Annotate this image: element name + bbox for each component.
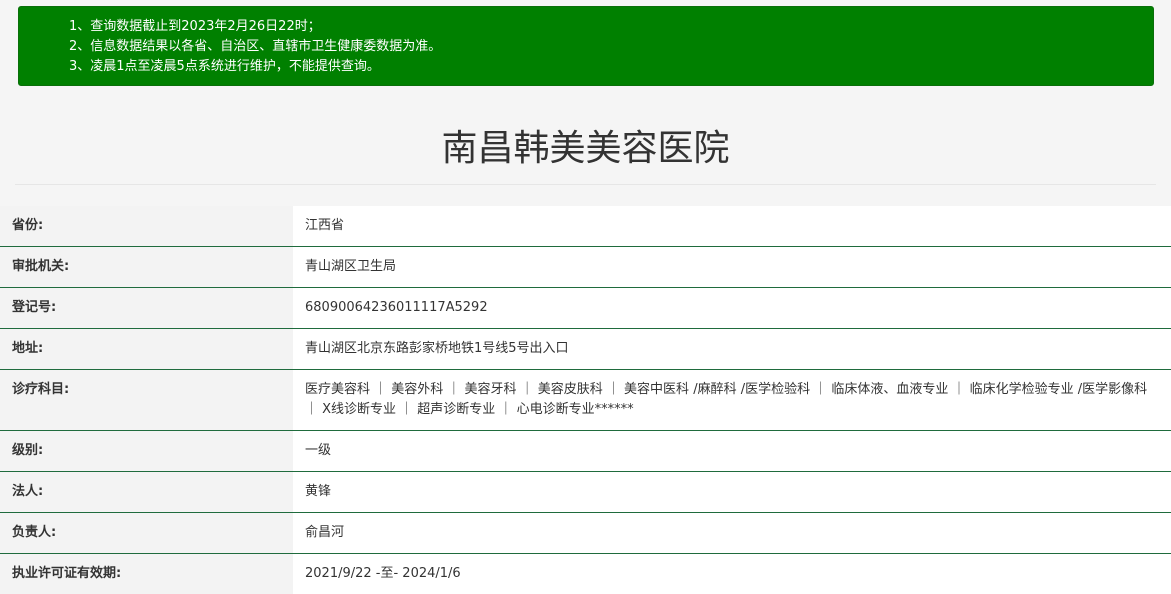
row-value: 68090064236011117A5292 [293, 287, 1171, 329]
row-label: 法人: [0, 471, 293, 513]
table-row: 诊疗科目: 医疗美容科 ｜ 美容外科 ｜ 美容牙科 ｜ 美容皮肤科 ｜ 美容中医… [0, 369, 1171, 431]
row-value: 俞昌河 [293, 512, 1171, 554]
row-value: 青山湖区卫生局 [293, 246, 1171, 288]
notice-banner: 1、查询数据截止到2023年2月26日22时； 2、信息数据结果以各省、自治区、… [18, 6, 1154, 86]
page-title: 南昌韩美美容医院 [441, 128, 730, 169]
table-row: 省份: 江西省 [0, 206, 1171, 247]
row-label: 负责人: [0, 512, 293, 554]
row-value: 一级 [293, 430, 1171, 472]
row-label: 省份: [0, 206, 293, 247]
table-row: 负责人: 俞昌河 [0, 512, 1171, 554]
notice-line: 3、凌晨1点至凌晨5点系统进行维护，不能提供查询。 [69, 59, 380, 74]
row-label: 级别: [0, 430, 293, 472]
row-label: 登记号: [0, 287, 293, 329]
table-row: 级别: 一级 [0, 430, 1171, 472]
row-label: 诊疗科目: [0, 369, 293, 431]
table-row: 法人: 黄锋 [0, 471, 1171, 513]
row-value: 江西省 [293, 206, 1171, 247]
table-row: 地址: 青山湖区北京东路彭家桥地铁1号线5号出入口 [0, 328, 1171, 370]
row-label: 执业许可证有效期: [0, 553, 293, 594]
table-row: 执业许可证有效期: 2021/9/22 -至- 2024/1/6 [0, 553, 1171, 594]
row-label: 审批机关: [0, 246, 293, 288]
row-value: 2021/9/22 -至- 2024/1/6 [293, 553, 1171, 594]
row-value: 黄锋 [293, 471, 1171, 513]
notice-line: 1、查询数据截止到2023年2月26日22时； [69, 19, 321, 34]
table-row: 审批机关: 青山湖区卫生局 [0, 246, 1171, 288]
row-value: 青山湖区北京东路彭家桥地铁1号线5号出入口 [293, 328, 1171, 370]
notice-line: 2、信息数据结果以各省、自治区、直辖市卫生健康委数据为准。 [69, 39, 442, 54]
title-divider [15, 184, 1156, 185]
row-value: 医疗美容科 ｜ 美容外科 ｜ 美容牙科 ｜ 美容皮肤科 ｜ 美容中医科 /麻醉科… [293, 369, 1171, 431]
table-row: 登记号: 68090064236011117A5292 [0, 287, 1171, 329]
row-label: 地址: [0, 328, 293, 370]
hospital-info-table: 省份: 江西省 审批机关: 青山湖区卫生局 登记号: 6809006423601… [0, 206, 1171, 594]
